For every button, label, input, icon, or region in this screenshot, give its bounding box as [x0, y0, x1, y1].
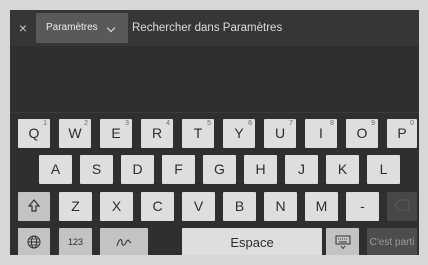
key-w[interactable]: W2: [59, 119, 91, 148]
key-label: C'est parti: [369, 237, 415, 248]
key-q[interactable]: Q1: [18, 119, 50, 148]
key-p[interactable]: P0: [387, 119, 417, 148]
search-input[interactable]: Rechercher dans Paramètres: [132, 10, 282, 46]
key-f[interactable]: F: [162, 155, 195, 184]
language-key[interactable]: [18, 228, 50, 255]
key-o[interactable]: O9: [346, 119, 378, 148]
key-hyphen[interactable]: -: [346, 192, 379, 221]
key-digit-hint: 7: [289, 120, 293, 127]
key-digit-hint: 5: [207, 120, 211, 127]
key-x[interactable]: X: [100, 192, 133, 221]
keyboard-hide-icon: [326, 228, 359, 255]
hide-keyboard-key[interactable]: [326, 228, 359, 255]
key-label: Espace: [230, 235, 274, 250]
dropdown-label: Paramètres: [46, 22, 98, 33]
key-label: L: [379, 161, 388, 177]
settings-scope-dropdown[interactable]: Paramètres: [36, 13, 128, 43]
globe-icon: [18, 228, 50, 255]
close-icon[interactable]: ×: [15, 19, 31, 37]
handwriting-icon: [100, 228, 148, 255]
key-label: V: [193, 198, 204, 214]
key-label: H: [255, 161, 266, 177]
key-label: Z: [71, 198, 80, 214]
key-digit-hint: 4: [166, 120, 170, 127]
key-e[interactable]: E3: [100, 119, 132, 148]
numbers-key[interactable]: 123: [59, 228, 92, 255]
key-b[interactable]: B: [223, 192, 256, 221]
key-label: D: [132, 161, 143, 177]
key-y[interactable]: Y6: [223, 119, 255, 148]
key-s[interactable]: S: [80, 155, 113, 184]
key-label: X: [111, 198, 122, 214]
key-label: -: [360, 198, 365, 214]
key-label: N: [275, 198, 286, 214]
key-m[interactable]: M: [305, 192, 338, 221]
key-label: K: [337, 161, 348, 177]
key-g[interactable]: G: [203, 155, 236, 184]
key-n[interactable]: N: [264, 192, 297, 221]
shift-icon: [18, 192, 50, 221]
key-label: M: [315, 198, 328, 214]
handwriting-key[interactable]: [100, 228, 148, 255]
divider: [10, 112, 419, 113]
key-digit-hint: 8: [330, 120, 334, 127]
key-a[interactable]: A: [39, 155, 72, 184]
key-r[interactable]: R4: [141, 119, 173, 148]
key-c[interactable]: C: [141, 192, 174, 221]
settings-screen: × Paramètres Rechercher dans Paramètres …: [10, 10, 419, 255]
chevron-down-icon: [106, 23, 116, 33]
shift-key[interactable]: [18, 192, 50, 221]
top-bar: × Paramètres Rechercher dans Paramètres: [10, 10, 419, 46]
key-l[interactable]: L: [367, 155, 400, 184]
key-digit-hint: 3: [125, 120, 129, 127]
key-h[interactable]: H: [244, 155, 277, 184]
key-d[interactable]: D: [121, 155, 154, 184]
key-k[interactable]: K: [326, 155, 359, 184]
key-digit-hint: 0: [410, 120, 414, 127]
key-z[interactable]: Z: [59, 192, 92, 221]
space-key[interactable]: Espace: [182, 228, 322, 255]
key-digit-hint: 1: [43, 120, 47, 127]
key-label: G: [214, 161, 225, 177]
key-label: C: [152, 198, 163, 214]
go-button[interactable]: C'est parti: [367, 228, 417, 255]
backspace-icon: [387, 192, 417, 221]
key-label: J: [298, 161, 305, 177]
key-v[interactable]: V: [182, 192, 215, 221]
backspace-key[interactable]: [387, 192, 417, 221]
key-digit-hint: 9: [371, 120, 375, 127]
key-i[interactable]: I8: [305, 119, 337, 148]
key-label: A: [50, 161, 61, 177]
key-j[interactable]: J: [285, 155, 318, 184]
key-digit-hint: 2: [84, 120, 88, 127]
key-label: B: [234, 198, 245, 214]
key-label: 123: [67, 237, 84, 247]
key-label: S: [91, 161, 102, 177]
key-t[interactable]: T5: [182, 119, 214, 148]
key-digit-hint: 6: [248, 120, 252, 127]
key-u[interactable]: U7: [264, 119, 296, 148]
key-label: F: [174, 161, 183, 177]
